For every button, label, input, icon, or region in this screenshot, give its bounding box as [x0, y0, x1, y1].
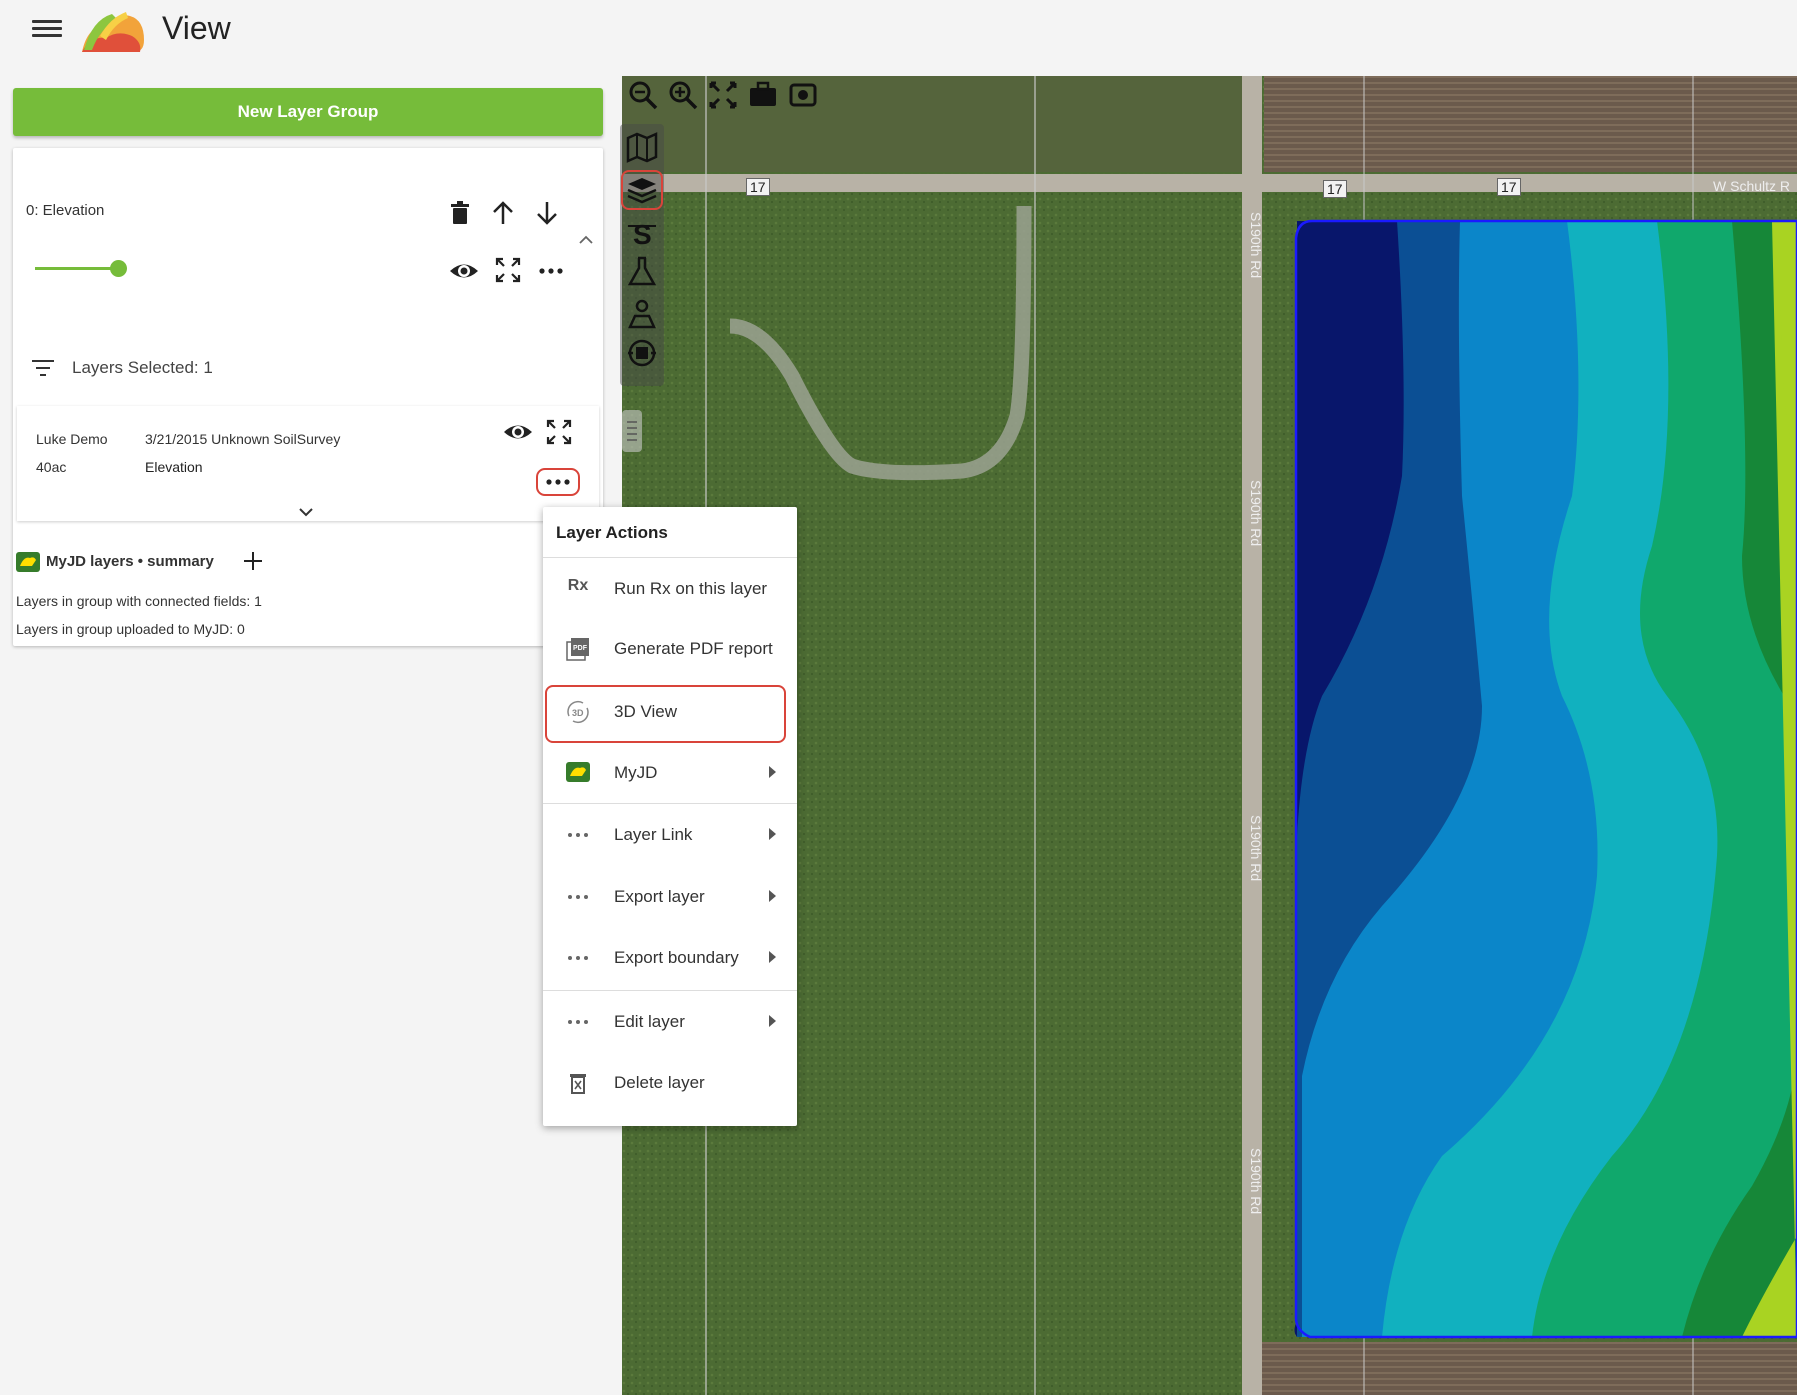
- layers-tool-highlight: [621, 170, 663, 210]
- menu-item-label: Delete layer: [614, 1073, 705, 1092]
- map-icon[interactable]: [625, 130, 659, 164]
- john-deere-icon: [565, 761, 591, 785]
- screenshot-icon[interactable]: [786, 78, 820, 112]
- zoom-in-icon[interactable]: [666, 78, 700, 112]
- submenu-arrow-icon: [769, 766, 776, 778]
- menu-item-myjd[interactable]: MyJD: [543, 744, 797, 802]
- svg-text:PDF: PDF: [573, 645, 588, 652]
- chevron-up-icon[interactable]: [576, 230, 596, 250]
- map-view[interactable]: [622, 76, 1797, 1395]
- new-layer-group-button[interactable]: New Layer Group: [13, 88, 603, 136]
- marker-flask-icon[interactable]: [625, 296, 659, 330]
- more-horizontal-icon: [565, 1010, 591, 1034]
- more-horizontal-icon: [565, 946, 591, 970]
- pdf-icon: PDF: [565, 637, 591, 661]
- road-name-label: S190th Rd: [1248, 1148, 1264, 1215]
- submenu-arrow-icon: [769, 951, 776, 963]
- menu-item-label: Layer Link: [614, 825, 693, 844]
- menu-item-delete-layer[interactable]: Delete layer: [543, 1054, 797, 1112]
- john-deere-icon: [16, 552, 40, 572]
- more-horizontal-icon[interactable]: [538, 264, 564, 278]
- menu-item-run-rx[interactable]: Rx Run Rx on this layer: [543, 560, 797, 618]
- road-label: 17: [746, 178, 770, 196]
- 3d-view-highlight: [545, 685, 786, 743]
- layer-type: Elevation: [145, 459, 203, 475]
- arrow-down-icon[interactable]: [534, 200, 560, 226]
- more-horizontal-icon: [546, 479, 570, 485]
- fit-extent-icon[interactable]: [706, 78, 740, 112]
- opacity-slider-track[interactable]: [35, 267, 119, 270]
- add-icon[interactable]: [240, 548, 266, 574]
- layer-actions-more-button[interactable]: [536, 468, 580, 496]
- menu-item-export-layer[interactable]: Export layer: [543, 868, 797, 926]
- arrow-up-icon[interactable]: [490, 200, 516, 226]
- menu-divider: [543, 557, 797, 558]
- chevron-down-icon[interactable]: [296, 504, 316, 520]
- connected-fields-text: Layers in group with connected fields: 1: [16, 593, 262, 609]
- opacity-slider-thumb[interactable]: [110, 260, 127, 277]
- layers-selected-count: Layers Selected: 1: [72, 358, 213, 377]
- menu-item-label: MyJD: [614, 763, 658, 782]
- layer-acres: 40ac: [36, 459, 67, 475]
- myjd-summary-title: MyJD layers • summary: [46, 553, 214, 570]
- layer-group-name: 0: Elevation: [26, 202, 105, 219]
- map-side-toolbar: S: [620, 124, 664, 386]
- map-toolbar: [626, 76, 826, 116]
- road-label: 17: [1497, 178, 1521, 196]
- road-name-label: S190th Rd: [1248, 480, 1264, 547]
- road-label: W Schultz R: [1713, 178, 1791, 194]
- road-name-label: S190th Rd: [1248, 815, 1264, 882]
- svg-text:S: S: [633, 219, 652, 250]
- layer-owner: Luke Demo: [36, 431, 108, 447]
- road-name-label: S190th Rd: [1248, 212, 1264, 279]
- zoom-out-icon[interactable]: [626, 78, 660, 112]
- eye-icon[interactable]: [502, 419, 534, 445]
- menu-divider: [543, 990, 797, 991]
- more-horizontal-icon: [565, 823, 591, 847]
- s-tool-icon[interactable]: S: [625, 216, 659, 250]
- flask-icon[interactable]: [625, 254, 659, 288]
- menu-item-label: Export layer: [614, 887, 705, 906]
- menu-item-edit-layer[interactable]: Edit layer: [543, 993, 797, 1051]
- panel-drag-handle[interactable]: [622, 410, 642, 452]
- more-horizontal-icon: [565, 885, 591, 909]
- hamburger-menu-icon[interactable]: [32, 16, 62, 42]
- eye-icon[interactable]: [448, 258, 480, 284]
- top-bar: [0, 0, 1797, 66]
- delete-icon: [565, 1071, 591, 1095]
- menu-item-label: Generate PDF report: [614, 639, 773, 658]
- menu-item-pdf-report[interactable]: PDF Generate PDF report: [543, 620, 797, 678]
- layer-description: 3/21/2015 Unknown SoilSurvey: [145, 431, 341, 447]
- fullscreen-icon[interactable]: [545, 418, 573, 446]
- menu-title: Layer Actions: [556, 523, 668, 542]
- filter-icon[interactable]: [30, 358, 56, 378]
- uploaded-myjd-text: Layers in group uploaded to MyJD: 0: [16, 621, 245, 637]
- app-logo: [78, 6, 148, 56]
- briefcase-icon[interactable]: [746, 78, 780, 112]
- menu-item-export-boundary[interactable]: Export boundary: [543, 929, 797, 987]
- trash-icon[interactable]: [448, 200, 472, 226]
- fullscreen-icon[interactable]: [494, 256, 522, 284]
- menu-divider: [543, 803, 797, 804]
- menu-item-label: Export boundary: [614, 948, 739, 967]
- road-label: 17: [1323, 180, 1347, 198]
- scan-icon[interactable]: [625, 336, 659, 370]
- submenu-arrow-icon: [769, 828, 776, 840]
- elevation-layer[interactable]: [1294, 219, 1797, 1339]
- submenu-arrow-icon: [769, 1015, 776, 1027]
- menu-item-layer-link[interactable]: Layer Link: [543, 806, 797, 864]
- menu-item-label: Run Rx on this layer: [614, 579, 768, 598]
- menu-item-label: Edit layer: [614, 1012, 685, 1031]
- app-title: View: [162, 10, 231, 46]
- submenu-arrow-icon: [769, 890, 776, 902]
- rx-icon: Rx: [567, 577, 589, 594]
